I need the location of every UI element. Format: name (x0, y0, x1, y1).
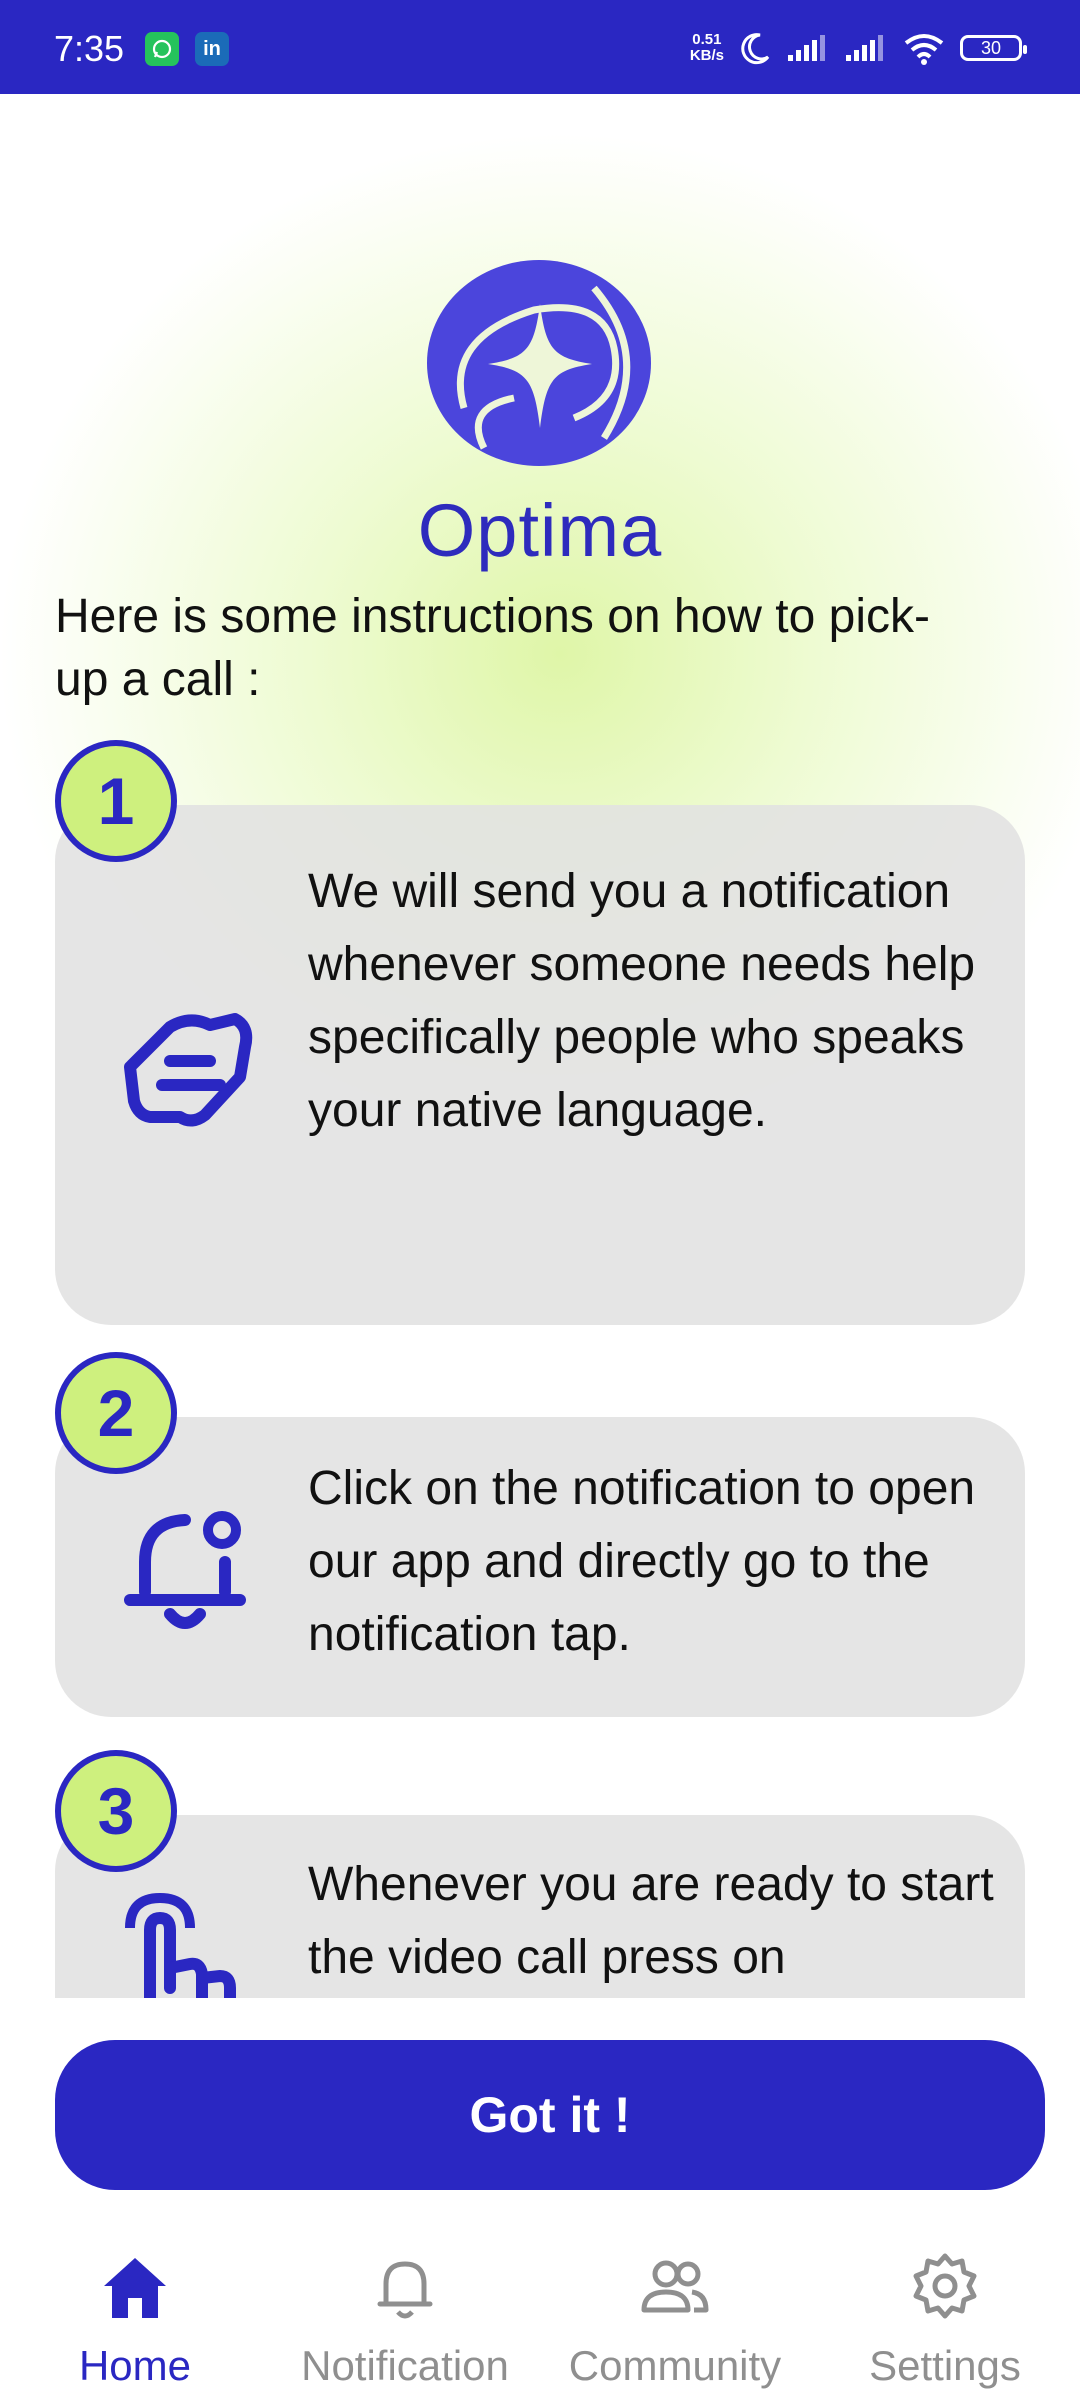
step-number-badge: 1 (55, 740, 177, 862)
signal-icon (788, 35, 825, 61)
gear-icon (913, 2253, 977, 2319)
step-3: 3 Whenever you are ready to start the vi… (55, 1750, 1025, 1998)
bottom-navigation: Home Notification Community Settings (0, 2230, 1080, 2400)
battery-indicator: 30 (960, 35, 1027, 61)
step-1: 1 We will send you a notification whenev… (55, 740, 1025, 1340)
bell-notification-icon (124, 1511, 246, 1629)
step-text: We will send you a notification whenever… (308, 865, 976, 1137)
nav-item-settings[interactable]: Settings (815, 2230, 1075, 2400)
nav-label-community: Community (568, 2342, 782, 2389)
nav-item-community[interactable]: Community (545, 2230, 805, 2400)
home-icon (104, 2258, 166, 2318)
step-2: 2 Click on the notification to open our … (55, 1352, 1025, 1752)
signal-icon-2 (846, 35, 883, 61)
app-title: Optima (417, 489, 663, 572)
whatsapp-icon (145, 32, 179, 66)
nav-label-home: Home (78, 2342, 192, 2389)
instructions-intro: Here is some instructions on how to pick… (55, 590, 931, 706)
step-text: Whenever you are ready to start the vide… (308, 1858, 994, 1984)
people-icon (641, 2260, 709, 2313)
nav-label-settings: Settings (869, 2342, 1021, 2389)
step-text: Click on the notification to open our ap… (308, 1462, 976, 1661)
got-it-button[interactable]: Got it ! (55, 2040, 1045, 2190)
network-speed: 0.51 KB/s (689, 31, 724, 64)
nav-label-notification: Notification (301, 2342, 509, 2389)
linkedin-icon: in (195, 32, 229, 66)
status-indicators: 0.51 KB/s 30 (689, 26, 1027, 70)
status-time: 7:35 (54, 28, 125, 69)
instructions-list[interactable]: 1 We will send you a notification whenev… (0, 720, 1080, 1998)
step-number-badge: 3 (55, 1750, 177, 1872)
optima-logo-icon (427, 260, 651, 466)
bell-icon (377, 2261, 433, 2319)
moon-icon (741, 33, 770, 65)
handshake-icon (124, 1013, 253, 1127)
status-bar: 7:35 in 0.51 KB/s 30 (0, 0, 1080, 94)
nav-item-notification[interactable]: Notification (275, 2230, 535, 2400)
step-number-badge: 2 (55, 1352, 177, 1474)
wifi-icon (904, 34, 944, 65)
nav-item-home[interactable]: Home (5, 2230, 265, 2400)
tap-hand-icon (125, 1892, 236, 1998)
